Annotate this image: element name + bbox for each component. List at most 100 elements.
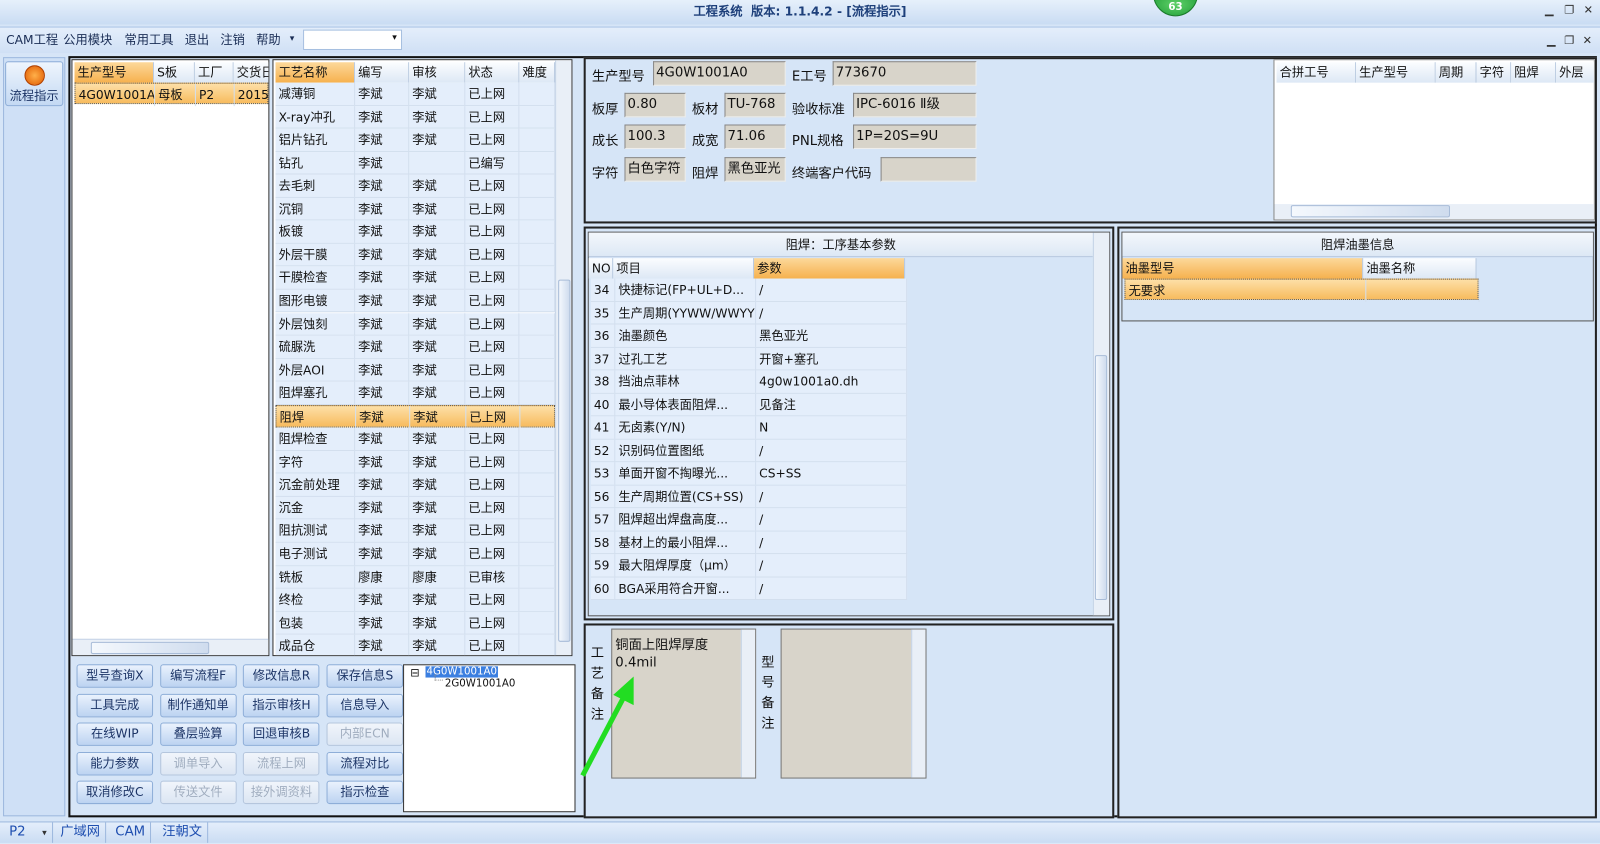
- menu-help[interactable]: 帮助: [256, 31, 281, 48]
- table-row[interactable]: X-ray冲孔 李斌 李斌 已上网: [275, 105, 556, 129]
- table-row[interactable]: 钻孔 李斌 已编写: [275, 151, 556, 175]
- column-header[interactable]: 生产型号: [74, 62, 155, 83]
- table-row[interactable]: 字符 李斌 李斌 已上网: [275, 450, 556, 474]
- char-field[interactable]: 白色字符: [624, 157, 686, 182]
- table-row[interactable]: 无要求: [1124, 278, 1480, 303]
- e-no-field[interactable]: 773670: [832, 61, 977, 86]
- table-row[interactable]: 图形电镀 李斌 李斌 已上网: [275, 289, 556, 313]
- process-grid-vscrollbar[interactable]: [555, 60, 572, 656]
- length-field[interactable]: 100.3: [624, 124, 686, 149]
- column-header[interactable]: 编写: [355, 62, 410, 83]
- action-button[interactable]: 型号查询X: [76, 664, 154, 688]
- table-row[interactable]: 34 快捷标记(FP+UL+D... /: [590, 278, 908, 302]
- action-button[interactable]: 工具完成: [76, 693, 154, 717]
- mdi-minimize-button[interactable]: ▁: [1547, 34, 1556, 47]
- column-header[interactable]: 难度: [519, 62, 556, 83]
- table-row[interactable]: 成品仓 李斌 李斌 已上网: [275, 634, 556, 656]
- action-button[interactable]: 修改信息R: [243, 664, 320, 688]
- table-row[interactable]: 40 最小导体表面阻焊... 见备注: [590, 393, 908, 417]
- table-row[interactable]: 59 最大阻焊厚度（μm） /: [590, 554, 908, 578]
- column-header[interactable]: 工艺名称: [275, 62, 356, 83]
- collapse-icon[interactable]: ⊟: [410, 666, 419, 679]
- table-row[interactable]: 铝片钻孔 李斌 李斌 已上网: [275, 128, 556, 152]
- table-row[interactable]: 阻焊检查 李斌 李斌 已上网: [275, 427, 556, 451]
- table-row[interactable]: 外层蚀刻 李斌 李斌 已上网: [275, 312, 556, 336]
- table-row[interactable]: 电子测试 李斌 李斌 已上网: [275, 542, 556, 566]
- action-button[interactable]: 指示检查: [326, 781, 404, 805]
- table-row[interactable]: 57 阻焊超出焊盘高度... /: [590, 508, 908, 532]
- scroll-thumb[interactable]: [558, 279, 571, 642]
- tree-node-child[interactable]: 2G0W1001A0: [445, 679, 515, 690]
- merge-grid-hscrollbar[interactable]: [1274, 204, 1594, 220]
- mask-field[interactable]: 黑色亚光: [724, 157, 786, 182]
- column-header[interactable]: 生产型号: [1356, 62, 1436, 83]
- column-header[interactable]: 状态: [465, 62, 520, 83]
- maximize-button[interactable]: ❐: [1564, 3, 1574, 16]
- column-header[interactable]: NO: [588, 258, 614, 279]
- table-row[interactable]: 58 基材上的最小阻焊... /: [590, 531, 908, 555]
- menu-combo[interactable]: [303, 29, 403, 50]
- table-row[interactable]: 终检 李斌 李斌 已上网: [275, 588, 556, 612]
- table-row[interactable]: 阻抗测试 李斌 李斌 已上网: [275, 519, 556, 543]
- table-row[interactable]: 53 单面开窗不掏曝光... CS+SS: [590, 462, 908, 486]
- table-row[interactable]: 铣板 廖康 廖康 已审核: [275, 565, 556, 589]
- table-row[interactable]: 硫脲洗 李斌 李斌 已上网: [275, 335, 556, 359]
- column-header[interactable]: 油墨型号: [1122, 258, 1364, 279]
- action-button[interactable]: 信息导入: [326, 693, 404, 717]
- table-row[interactable]: 外层干膜 李斌 李斌 已上网: [275, 243, 556, 267]
- customer-field[interactable]: [880, 157, 977, 182]
- table-row[interactable]: 36 油墨颜色 黑色亚光: [590, 324, 908, 348]
- close-button[interactable]: ✕: [1584, 3, 1593, 16]
- menu-logout[interactable]: 注销: [220, 31, 245, 48]
- mdi-restore-button[interactable]: ❐: [1564, 34, 1574, 47]
- pnl-field[interactable]: 1P=20S=9U: [853, 124, 977, 149]
- thickness-field[interactable]: 0.80: [624, 92, 686, 118]
- menu-cam-project[interactable]: CAM工程: [6, 31, 58, 48]
- action-button[interactable]: 指示审核H: [243, 693, 320, 717]
- table-row[interactable]: 37 过孔工艺 开窗+塞孔: [590, 347, 908, 371]
- column-header[interactable]: 项目: [613, 258, 755, 279]
- table-row[interactable]: 去毛刺 李斌 李斌 已上网: [275, 174, 556, 198]
- minimize-button[interactable]: ▁: [1545, 3, 1554, 16]
- column-header[interactable]: 外层: [1556, 62, 1594, 83]
- table-row[interactable]: 沉金前处理 李斌 李斌 已上网: [275, 473, 556, 497]
- action-button[interactable]: 编写流程F: [159, 664, 237, 688]
- flow-instruction-button[interactable]: 流程指示: [5, 61, 64, 107]
- action-button[interactable]: 取消修改C: [76, 781, 154, 805]
- action-button[interactable]: 在线WIP: [76, 722, 154, 747]
- column-header[interactable]: 字符: [1476, 62, 1512, 83]
- column-header[interactable]: 油墨名称: [1363, 258, 1477, 279]
- column-header[interactable]: 合拼工号: [1276, 62, 1357, 83]
- table-row[interactable]: 板镀 李斌 李斌 已上网: [275, 220, 556, 244]
- table-row[interactable]: 干膜检查 李斌 李斌 已上网: [275, 266, 556, 290]
- column-header[interactable]: 审核: [409, 62, 466, 83]
- product-grid-hscrollbar[interactable]: [72, 638, 269, 656]
- width-field[interactable]: 71.06: [724, 124, 786, 149]
- menu-exit[interactable]: 退出: [185, 31, 210, 48]
- action-button[interactable]: 能力参数: [76, 751, 154, 776]
- standard-field[interactable]: IPC-6016 Ⅱ级: [853, 92, 977, 118]
- factory-selector[interactable]: P2 ▾: [4, 822, 54, 843]
- table-row[interactable]: 阻焊 李斌 李斌 已上网: [275, 404, 557, 429]
- table-row[interactable]: 包装 李斌 李斌 已上网: [275, 611, 556, 635]
- table-row[interactable]: 减薄铜 李斌 李斌 已上网: [275, 82, 556, 106]
- table-row[interactable]: 35 生产周期(YYWW/WWYY) /: [590, 301, 908, 325]
- table-row[interactable]: 52 识别码位置图纸 /: [590, 439, 908, 463]
- table-row[interactable]: 沉金 李斌 李斌 已上网: [275, 496, 556, 520]
- table-row[interactable]: 4G0W1001A0母板P22015/: [74, 82, 268, 107]
- menu-overflow-icon[interactable]: ▾: [290, 34, 295, 44]
- action-button[interactable]: 回退审核B: [243, 722, 320, 747]
- scroll-thumb[interactable]: [90, 641, 210, 655]
- scroll-thumb[interactable]: [1290, 205, 1450, 218]
- menu-common-tools[interactable]: 常用工具: [124, 31, 173, 48]
- process-remark-scrollbar[interactable]: [740, 629, 756, 778]
- table-row[interactable]: 60 BGA采用符合开窗... /: [590, 577, 908, 600]
- scroll-thumb[interactable]: [1094, 355, 1108, 600]
- column-header[interactable]: 交货日: [233, 62, 269, 83]
- material-field[interactable]: TU-768: [724, 92, 786, 118]
- table-row[interactable]: 外层AOI 李斌 李斌 已上网: [275, 358, 556, 382]
- column-header[interactable]: 工厂: [194, 62, 234, 83]
- action-button[interactable]: 保存信息S: [326, 664, 404, 688]
- action-button[interactable]: 制作通知单: [159, 693, 237, 717]
- table-row[interactable]: 沉铜 李斌 李斌 已上网: [275, 197, 556, 221]
